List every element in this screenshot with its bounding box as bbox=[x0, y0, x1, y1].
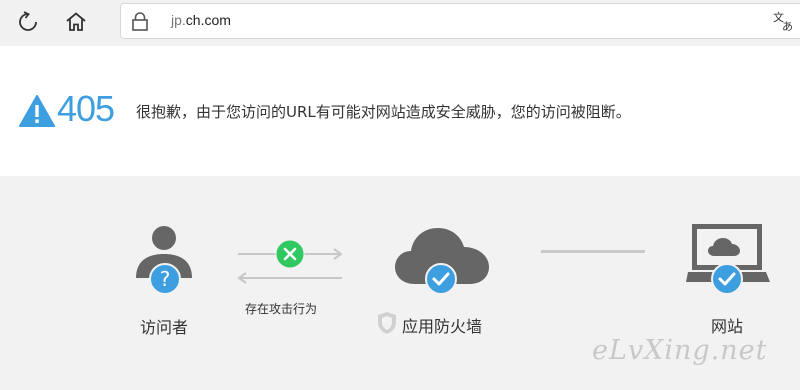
website-monitor-icon bbox=[686, 224, 770, 295]
home-icon bbox=[66, 12, 86, 31]
attack-label: 存在攻击行为 bbox=[245, 302, 318, 316]
warning-icon bbox=[19, 95, 55, 127]
firewall-label: 应用防火墙 bbox=[402, 317, 483, 336]
connector-line bbox=[541, 250, 645, 253]
visitor-icon: ? bbox=[136, 226, 192, 295]
error-message: 很抱歉，由于您访问的URL有可能对网站造成安全威胁，您的访问被阻断。 bbox=[136, 103, 631, 121]
blocked-x-icon bbox=[275, 239, 305, 269]
watermark: eLvXing.net bbox=[592, 335, 768, 366]
website-label: 网站 bbox=[711, 317, 744, 336]
svg-text:あ: あ bbox=[782, 20, 793, 32]
visitor-label: 访问者 bbox=[140, 318, 189, 337]
browser-toolbar: jp.ch.com 文 あ bbox=[0, 0, 800, 46]
home-button[interactable] bbox=[62, 8, 90, 36]
url-domain: ch.com bbox=[185, 12, 231, 28]
address-bar[interactable]: jp.ch.com 文 あ bbox=[120, 3, 800, 39]
url-subdomain: jp. bbox=[171, 12, 186, 28]
reload-button[interactable] bbox=[14, 8, 42, 36]
translate-icon[interactable]: 文 あ bbox=[772, 10, 794, 32]
shield-icon bbox=[378, 312, 396, 334]
url-text[interactable]: jp.ch.com bbox=[171, 12, 231, 28]
lock-icon bbox=[132, 12, 148, 31]
error-code: 405 bbox=[57, 88, 115, 129]
reload-icon bbox=[19, 11, 37, 31]
svg-text:?: ? bbox=[160, 267, 171, 291]
firewall-cloud-icon bbox=[395, 228, 489, 295]
